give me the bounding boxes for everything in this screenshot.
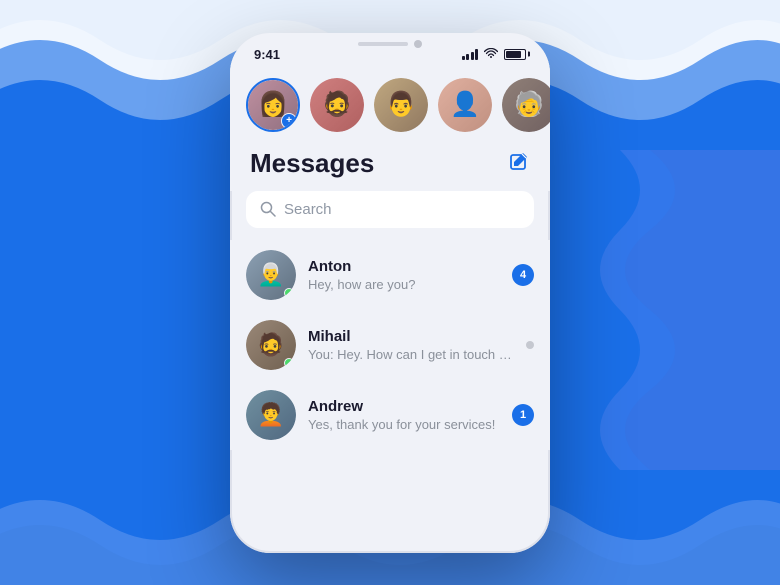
conv-preview-mihail: You: Hey. How can I get in touch with... [308,347,514,362]
conversation-item-anton[interactable]: 👨‍🦳 Anton Hey, how are you? 4 [230,240,550,310]
unread-badge-andrew: 1 [512,404,534,426]
conversation-item-mihail[interactable]: 🧔 Mihail You: Hey. How can I get in touc… [230,310,550,380]
phone-mockup: 9:41 👩 + [230,33,550,553]
avatar-andrew: 🧑‍🦱 [246,390,296,440]
online-indicator-mihail [284,358,294,368]
signal-icon [462,48,479,60]
story-avatar-2[interactable]: 👨 [374,78,428,132]
conv-name-andrew: Andrew [308,398,500,415]
status-time: 9:41 [254,47,280,62]
conversation-item-andrew[interactable]: 🧑‍🦱 Andrew Yes, thank you for your servi… [230,380,550,450]
search-bar[interactable]: Search [246,191,534,228]
conv-name-mihail: Mihail [308,328,514,345]
messages-header: Messages [230,144,550,191]
front-camera [414,40,422,48]
conv-info-mihail: Mihail You: Hey. How can I get in touch … [308,328,514,362]
battery-icon [504,49,526,60]
speaker [358,42,408,46]
unread-badge-anton: 4 [512,264,534,286]
conv-name-anton: Anton [308,258,500,275]
conv-preview-andrew: Yes, thank you for your services! [308,417,500,432]
stories-row: 👩 + 🧔 👨 👤 🧓 [230,70,550,144]
avatar-anton: 👨‍🦳 [246,250,296,300]
conversation-list: 👨‍🦳 Anton Hey, how are you? 4 🧔 Mihail Y… [230,240,550,450]
avatar-mihail: 🧔 [246,320,296,370]
add-story-button[interactable]: + [281,113,297,129]
story-avatar-3[interactable]: 👤 [438,78,492,132]
conv-info-andrew: Andrew Yes, thank you for your services! [308,398,500,432]
story-avatar-1[interactable]: 🧔 [310,78,364,132]
read-dot-mihail [526,341,534,349]
story-avatar-4[interactable]: 🧓 [502,78,550,132]
conv-preview-anton: Hey, how are you? [308,277,500,292]
compose-icon[interactable] [508,152,530,174]
wifi-icon [484,48,498,60]
online-indicator [284,288,294,298]
conv-info-anton: Anton Hey, how are you? [308,258,500,292]
search-icon [260,201,276,217]
my-story-avatar[interactable]: 👩 + [246,78,300,132]
status-icons [462,48,527,60]
page-title: Messages [250,148,374,179]
search-placeholder: Search [284,201,332,218]
phone-screen: 9:41 👩 + [230,33,550,553]
phone-notch [340,33,440,55]
